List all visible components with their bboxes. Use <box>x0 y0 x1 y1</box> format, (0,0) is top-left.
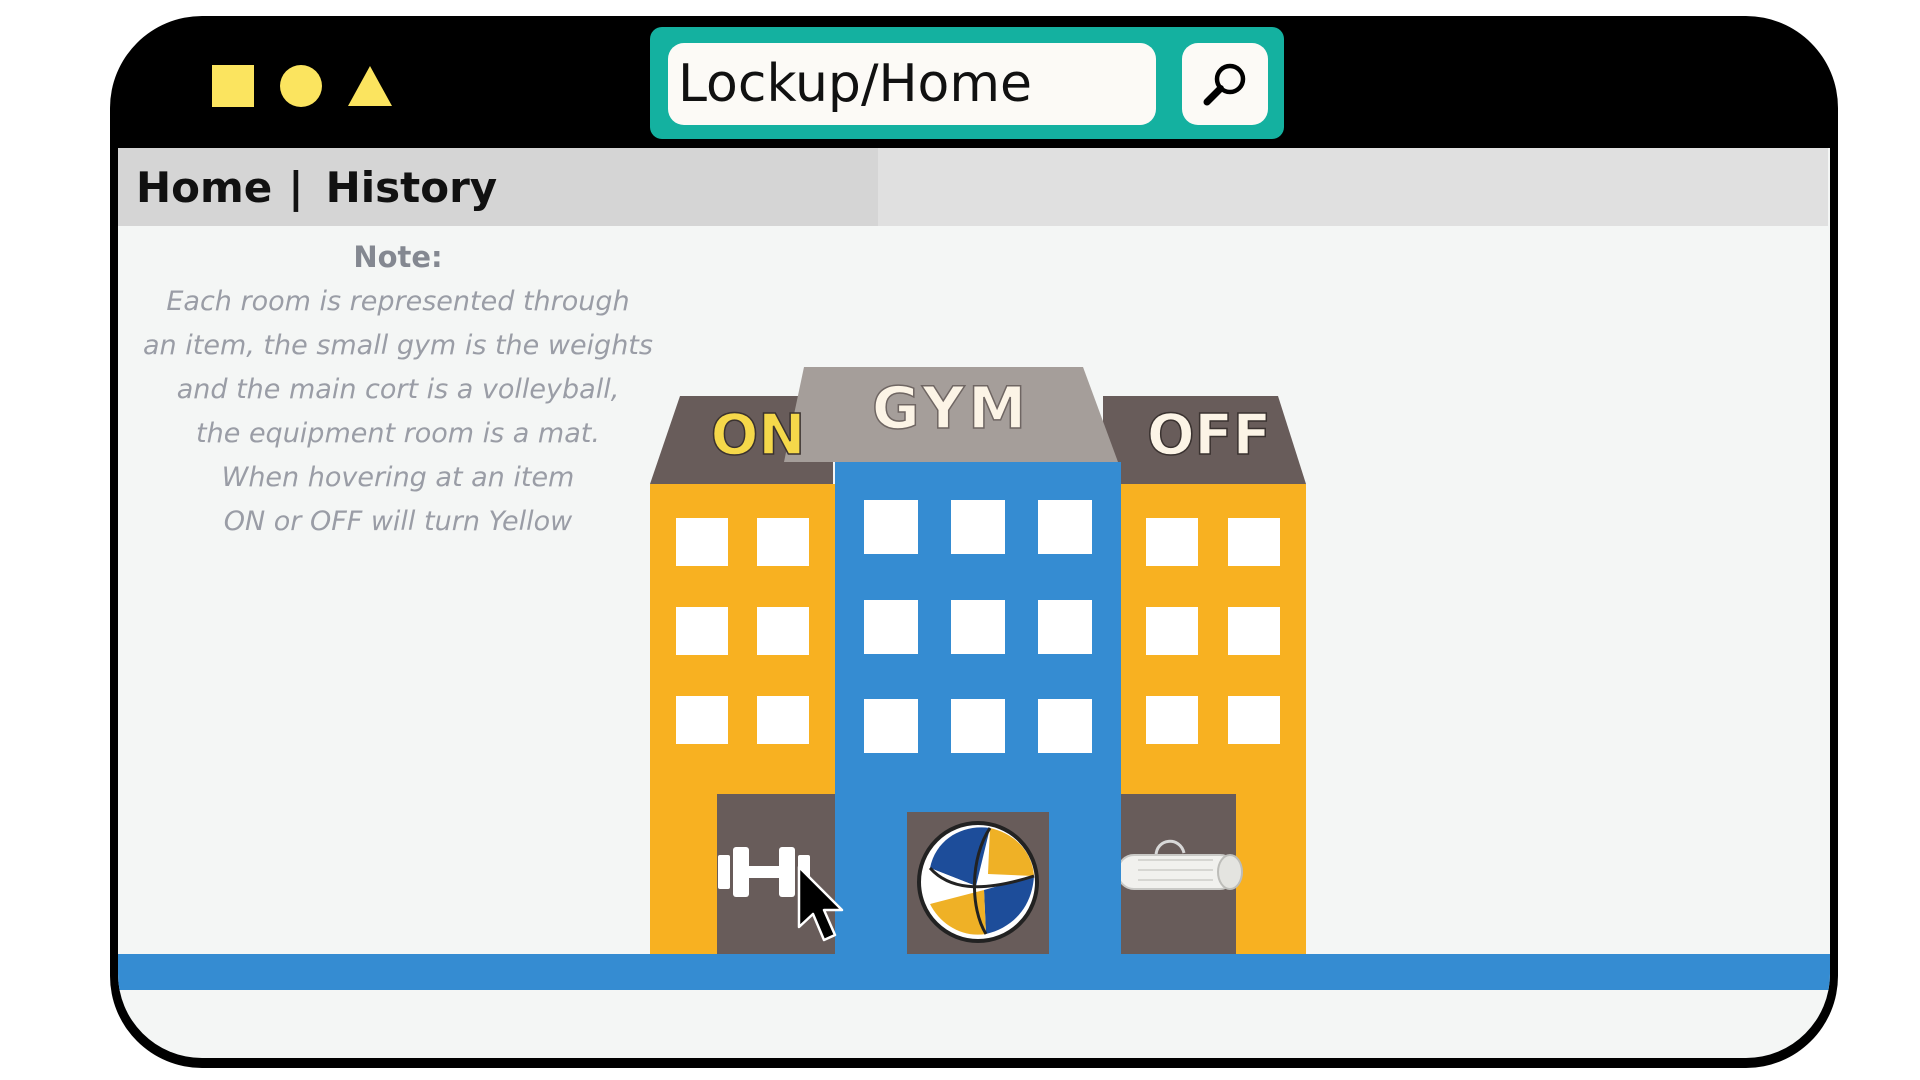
search-icon <box>1203 63 1246 106</box>
window <box>1146 518 1198 566</box>
window <box>1038 500 1092 554</box>
window <box>757 518 809 566</box>
on-sign[interactable]: ON <box>710 402 806 469</box>
window <box>864 500 918 554</box>
address-input[interactable]: Lockup/Home <box>668 43 1156 125</box>
window <box>676 518 728 566</box>
browser-window: Lockup/Home Home | History Note: Each ro… <box>110 16 1838 1068</box>
window <box>676 607 728 655</box>
window <box>1038 699 1092 753</box>
center-windows <box>864 500 1092 753</box>
window <box>1038 600 1092 654</box>
right-wing <box>1103 396 1306 954</box>
triangle-control-icon[interactable] <box>348 66 392 106</box>
square-control-icon[interactable] <box>212 65 254 107</box>
window <box>951 699 1005 753</box>
circle-control-icon[interactable] <box>280 65 322 107</box>
window <box>951 500 1005 554</box>
off-sign[interactable]: OFF <box>1146 402 1272 469</box>
window <box>1228 607 1280 655</box>
volleyball-icon[interactable] <box>917 821 1039 943</box>
window <box>1146 696 1198 744</box>
window <box>757 696 809 744</box>
window <box>1228 696 1280 744</box>
address-bar: Lockup/Home <box>650 27 1284 139</box>
page-content: Home | History Note: Each room is repres… <box>118 148 1830 1058</box>
window <box>1146 607 1198 655</box>
window <box>1228 518 1280 566</box>
window <box>676 696 728 744</box>
window <box>864 699 918 753</box>
window <box>864 600 918 654</box>
window-controls <box>212 65 392 107</box>
gym-sign: GYM <box>872 374 1030 442</box>
window <box>757 607 809 655</box>
left-wing <box>650 396 835 954</box>
gym-building: ON GYM OFF <box>650 367 1306 954</box>
search-button[interactable] <box>1182 43 1268 125</box>
window <box>951 600 1005 654</box>
